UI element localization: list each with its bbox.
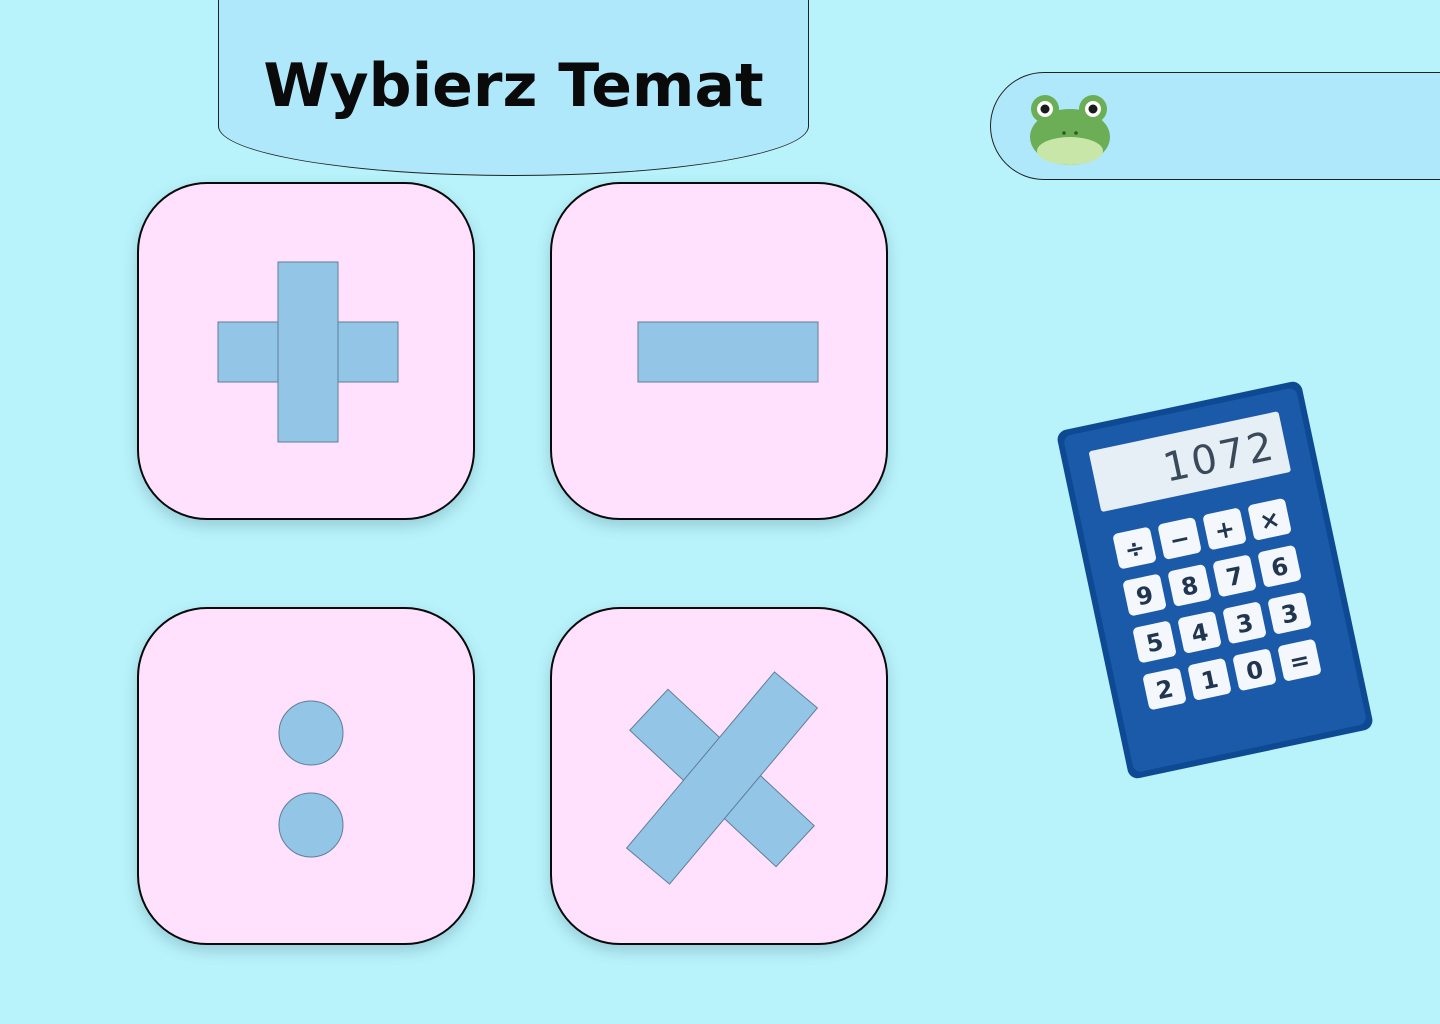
minus-icon bbox=[637, 321, 819, 383]
profile-bar[interactable] bbox=[990, 72, 1440, 180]
frog-avatar-icon[interactable] bbox=[1027, 85, 1113, 169]
division-icon bbox=[278, 700, 344, 858]
calculator-illustration: 1072 ÷ − + × 9 8 7 6 5 4 3 3 2 1 0 = bbox=[1040, 380, 1390, 780]
topic-addition-button[interactable] bbox=[137, 182, 475, 520]
multiply-icon bbox=[625, 671, 819, 885]
page-title: Wybierz Temat bbox=[263, 51, 764, 121]
calculator-icon: 1072 ÷ − + ×9 8 7 65 4 3 32 1 0 = bbox=[1057, 381, 1373, 779]
topic-division-button[interactable] bbox=[137, 607, 475, 945]
title-banner: Wybierz Temat bbox=[218, 0, 809, 176]
topic-multiplication-button[interactable] bbox=[550, 607, 888, 945]
topic-subtraction-button[interactable] bbox=[550, 182, 888, 520]
plus-icon bbox=[217, 261, 399, 443]
